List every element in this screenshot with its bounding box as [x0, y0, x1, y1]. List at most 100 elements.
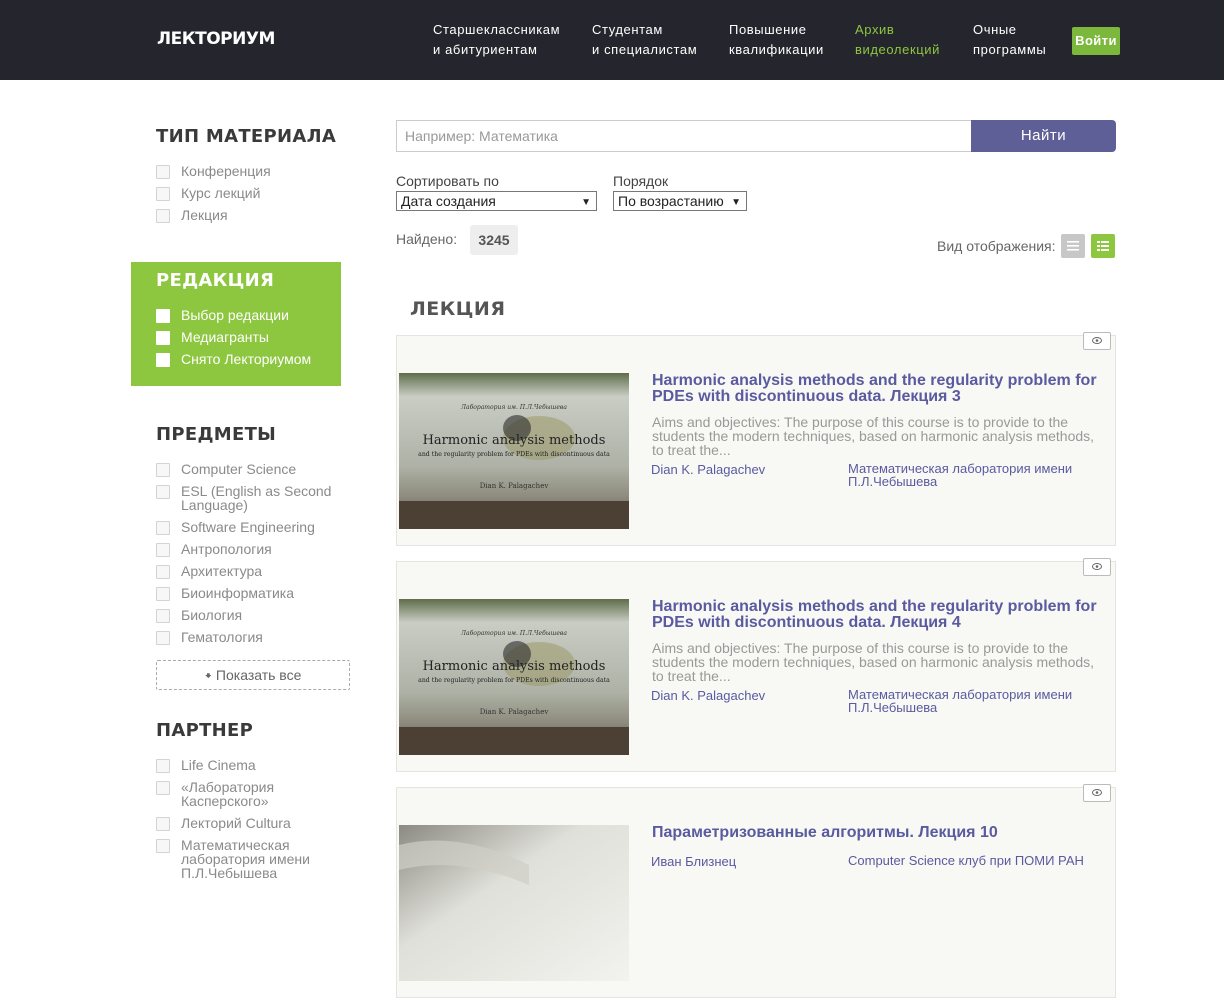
- filter-checkbox-partner[interactable]: Математическая лаборатория имени П.Л.Чеб…: [156, 838, 349, 880]
- sort-select-value: Дата создания: [401, 193, 496, 209]
- filter-title-subjects: ПРЕДМЕТЫ: [156, 424, 277, 445]
- thumb-title-text: Harmonic analysis methods: [423, 433, 606, 448]
- nav-item-video-archive[interactable]: Архив видеолекций: [855, 20, 940, 60]
- checkbox[interactable]: [156, 609, 170, 623]
- checkbox[interactable]: [156, 463, 170, 477]
- checkbox[interactable]: [156, 565, 170, 579]
- filter-checkbox-subject[interactable]: Computer Science: [156, 462, 349, 477]
- arrow-down-icon: 🠻: [204, 669, 213, 683]
- view-count-button[interactable]: [1083, 558, 1111, 576]
- filter-checkbox-conference[interactable]: Конференция: [156, 164, 349, 179]
- filter-title-partner: ПАРТНЕР: [156, 720, 254, 741]
- filter-checkbox-partner[interactable]: Life Cinema: [156, 758, 349, 773]
- checkbox[interactable]: [156, 485, 170, 499]
- lecture-organization-link[interactable]: Математическая лаборатория имени П.Л.Чеб…: [848, 462, 1108, 488]
- view-detailed-button[interactable]: [1091, 234, 1115, 258]
- dropdown-arrow-icon: ▼: [581, 197, 591, 208]
- lecture-organization-link[interactable]: Математическая лаборатория имени П.Л.Чеб…: [848, 688, 1108, 714]
- checkbox[interactable]: [156, 309, 170, 323]
- checkbox[interactable]: [156, 817, 170, 831]
- lecture-card[interactable]: Лаборатория им. П.Л.Чебышева Harmonic an…: [396, 558, 1116, 772]
- view-count-button[interactable]: [1083, 784, 1111, 802]
- checkbox-label: Life Cinema: [181, 757, 256, 773]
- filter-checkbox-subject[interactable]: Software Engineering: [156, 520, 349, 535]
- nav-item-students[interactable]: Студентам и специалистам: [592, 20, 697, 60]
- checkbox-label: Биология: [181, 607, 243, 623]
- filter-checkbox-course[interactable]: Курс лекций: [156, 186, 349, 201]
- view-list-button[interactable]: [1061, 234, 1085, 258]
- eye-icon: [1092, 337, 1102, 344]
- lecture-organization-link[interactable]: Computer Science клуб при ПОМИ РАН: [848, 854, 1108, 867]
- nav-item-schoolchildren[interactable]: Старшеклассникам и абитуриентам: [433, 20, 560, 60]
- filter-title-editorial: РЕДАКЦИЯ: [156, 270, 275, 291]
- thumb-author-text: Dian K. Palagachev: [480, 482, 549, 490]
- checkbox-label: Снято Лекториумом: [181, 351, 312, 367]
- checkbox-label: Конференция: [181, 163, 271, 179]
- filter-checkbox-subject[interactable]: Архитектура: [156, 564, 349, 579]
- checkbox[interactable]: [156, 587, 170, 601]
- checkbox-label: Software Engineering: [181, 519, 315, 535]
- filter-checkbox-subject[interactable]: Антропология: [156, 542, 349, 557]
- lecture-card[interactable]: Параметризованные алгоритмы. Лекция 10 И…: [396, 784, 1116, 998]
- checkbox-label: Курс лекций: [181, 185, 261, 201]
- found-label: Найдено:: [396, 231, 458, 247]
- site-logo[interactable]: ЛЕКТОРИУМ: [157, 29, 275, 49]
- login-button[interactable]: Войти: [1072, 27, 1120, 55]
- checkbox[interactable]: [156, 353, 170, 367]
- filter-checkbox-filmed-by-lektorium[interactable]: Снято Лекториумом: [156, 352, 349, 367]
- checkbox-label: Медиагранты: [181, 329, 269, 345]
- lecture-thumbnail[interactable]: Лаборатория им. П.Л.Чебышева Harmonic an…: [399, 373, 629, 529]
- nav-item-qualification[interactable]: Повышение квалификации: [729, 20, 824, 60]
- lecture-author-link[interactable]: Dian K. Palagachev: [651, 462, 765, 477]
- lecture-title-link[interactable]: Harmonic analysis methods and the regula…: [652, 373, 1107, 405]
- detailed-list-icon: [1097, 241, 1109, 251]
- filter-title-material: ТИП МАТЕРИАЛА: [156, 126, 337, 147]
- sort-select[interactable]: Дата создания ▼: [396, 191, 597, 211]
- filter-checkbox-subject[interactable]: Биоинформатика: [156, 586, 349, 601]
- checkbox-label: ESL (English as Second Language): [181, 483, 332, 513]
- checkbox[interactable]: [156, 521, 170, 535]
- checkbox[interactable]: [156, 331, 170, 345]
- checkbox[interactable]: [156, 839, 170, 853]
- search-input[interactable]: [396, 120, 972, 152]
- lecture-title-link[interactable]: Параметризованные алгоритмы. Лекция 10: [652, 825, 1107, 841]
- thumb-title-text: Harmonic analysis methods: [423, 659, 606, 674]
- filter-checkbox-media-grants[interactable]: Медиагранты: [156, 330, 349, 345]
- eye-icon: [1092, 789, 1102, 796]
- filter-checkbox-lecture[interactable]: Лекция: [156, 208, 349, 223]
- lecture-author-link[interactable]: Иван Близнец: [651, 854, 736, 869]
- checkbox[interactable]: [156, 759, 170, 773]
- show-all-subjects-button[interactable]: 🠻 Показать все: [156, 660, 350, 690]
- filter-checkbox-subject[interactable]: Биология: [156, 608, 349, 623]
- show-all-label: Показать все: [215, 667, 302, 683]
- lecture-card[interactable]: Лаборатория им. П.Л.Чебышева Harmonic an…: [396, 332, 1116, 546]
- lecture-author-link[interactable]: Dian K. Palagachev: [651, 688, 765, 703]
- checkbox[interactable]: [156, 543, 170, 557]
- sort-label: Сортировать по: [396, 173, 499, 189]
- checkbox[interactable]: [156, 165, 170, 179]
- checkbox[interactable]: [156, 631, 170, 645]
- filter-checkbox-subject[interactable]: Гематология: [156, 630, 349, 645]
- eye-icon: [1092, 563, 1102, 570]
- checkbox-label: Лекторий Cultura: [181, 815, 291, 831]
- view-count-button[interactable]: [1083, 332, 1111, 350]
- filter-checkbox-editors-choice[interactable]: Выбор редакции: [156, 308, 349, 323]
- checkbox[interactable]: [156, 209, 170, 223]
- filter-checkbox-partner[interactable]: Лекторий Cultura: [156, 816, 349, 831]
- dropdown-arrow-icon: ▼: [731, 197, 741, 208]
- checkbox[interactable]: [156, 781, 170, 795]
- order-label: Порядок: [613, 173, 669, 189]
- order-select[interactable]: По возрастанию ▼: [613, 191, 747, 211]
- top-navbar: ЛЕКТОРИУМ Старшеклассникам и абитуриента…: [0, 0, 1224, 80]
- search-button[interactable]: Найти: [971, 120, 1116, 152]
- thumb-author-text: Dian K. Palagachev: [480, 708, 549, 716]
- nav-item-offline-programs[interactable]: Очные программы: [973, 20, 1046, 60]
- lecture-thumbnail[interactable]: [399, 825, 629, 981]
- checkbox[interactable]: [156, 187, 170, 201]
- section-title: ЛЕКЦИЯ: [410, 298, 506, 320]
- thumb-subtitle-text: and the regularity problem for PDEs with…: [418, 677, 610, 684]
- lecture-title-link[interactable]: Harmonic analysis methods and the regula…: [652, 599, 1107, 631]
- filter-checkbox-subject[interactable]: ESL (English as Second Language): [156, 484, 349, 512]
- filter-checkbox-partner[interactable]: «Лаборатория Касперского»: [156, 780, 349, 808]
- lecture-thumbnail[interactable]: Лаборатория им. П.Л.Чебышева Harmonic an…: [399, 599, 629, 755]
